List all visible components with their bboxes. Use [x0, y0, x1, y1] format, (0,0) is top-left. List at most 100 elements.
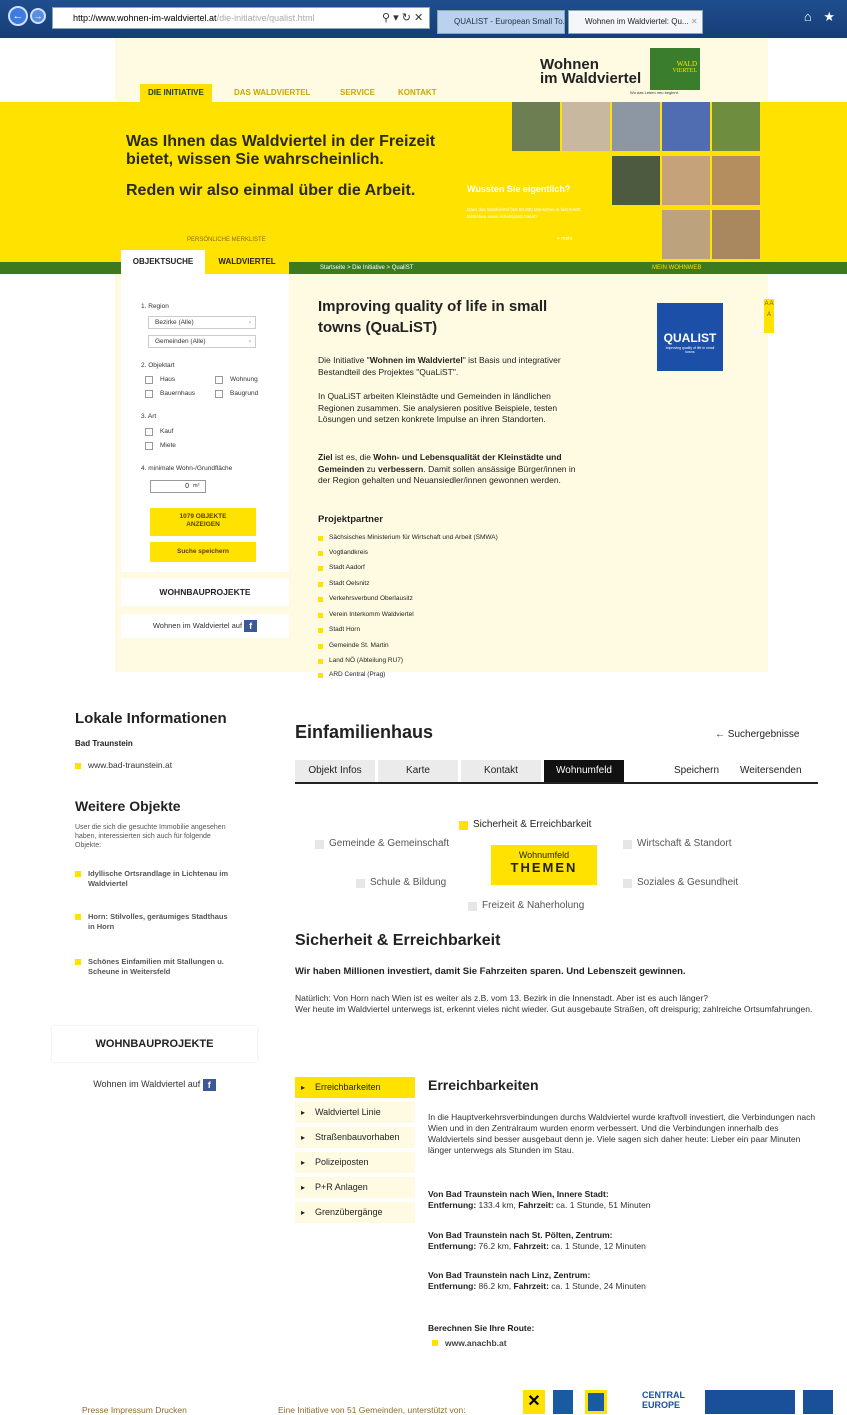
tab-kontakt[interactable]: Kontakt: [461, 760, 541, 782]
related-object-link[interactable]: Idyllische Ortsrandlage in Lichtenau im …: [75, 869, 235, 889]
erreich-heading: Erreichbarkeiten: [428, 1077, 539, 1093]
wussten-title: Wussten Sie eigentlich?: [467, 184, 571, 194]
breadcrumb[interactable]: Startseite > Die Initiative > QualiST: [320, 263, 413, 273]
tab-close-icon[interactable]: ✕: [691, 17, 698, 26]
nav-das-waldviertel[interactable]: DAS WALDVIERTEL: [226, 84, 318, 102]
weitere-heading: Weitere Objekte: [75, 798, 181, 814]
back-to-results-link[interactable]: ← Suchergebnisse: [715, 729, 800, 740]
section-heading: Sicherheit & Erreichbarkeit: [295, 932, 501, 949]
side-nav-erreichbarkeiten[interactable]: Erreichbarkeiten: [295, 1077, 415, 1098]
browser-tab-wohnen[interactable]: Wohnen im Waldviertel: Qu... ✕: [568, 10, 703, 34]
checkbox-baugrund[interactable]: [215, 390, 223, 398]
route-planner-heading: Berechnen Sie Ihre Route:: [428, 1323, 535, 1333]
theme-schule[interactable]: Schule & Bildung: [356, 877, 446, 888]
partner-item: Stadt Horn: [318, 626, 360, 633]
partner-item: Land NÖ (Abteilung RU7): [318, 657, 403, 664]
hero-photo-collage: [512, 102, 764, 262]
flaeche-value: 0: [185, 483, 189, 490]
font-size-controls[interactable]: A A A: [764, 299, 774, 333]
hero-photo: [512, 102, 560, 151]
ort-name: Bad Traunstein: [75, 739, 133, 748]
logo-badge: WALD VIERTEL: [650, 48, 700, 90]
flaeche-unit: m²: [193, 483, 200, 489]
nav-kontakt[interactable]: KONTAKT: [390, 84, 445, 102]
noe-logo: [585, 1390, 607, 1414]
qualist-logo: QUALIST Improving quality of life in smal…: [657, 303, 723, 371]
related-object-link[interactable]: Schönes Einfamilien mit Stallungen u. Sc…: [75, 957, 235, 977]
anachb-link[interactable]: www.anachb.at: [432, 1338, 507, 1348]
partner-item: Sächsisches Ministerium für Wirtschaft u…: [318, 534, 498, 541]
facebook-icon: f: [244, 620, 258, 633]
theme-freizeit[interactable]: Freizeit & Naherholung: [468, 900, 584, 911]
route-distance-label: Entfernung:: [428, 1241, 477, 1251]
theme-gemeinde[interactable]: Gemeinde & Gemeinschaft: [315, 838, 449, 849]
text-span: ist es, die: [332, 452, 374, 462]
ort-website-link[interactable]: www.bad-traunstein.at: [75, 760, 172, 770]
facebook-link[interactable]: Wohnen im Waldviertel auf f: [121, 614, 289, 638]
checkbox-kauf[interactable]: [145, 428, 153, 436]
hero-headline: Was Ihnen das Waldviertel in der Freizei…: [126, 133, 436, 168]
tab-karte[interactable]: Karte: [378, 760, 458, 782]
nav-service[interactable]: SERVICE: [332, 84, 383, 102]
bezirke-select[interactable]: Bezirke (Alle): [148, 316, 256, 329]
hero-photo: [612, 210, 660, 259]
mein-wohnweb-link[interactable]: MEIN WOHNWEB: [652, 263, 701, 273]
side-nav-strassenbau[interactable]: Straßenbauvorhaben: [295, 1127, 415, 1148]
logo-badge-line1: WALD: [676, 60, 697, 68]
show-objects-button[interactable]: 1079 OBJEKTE ANZEIGEN: [150, 508, 256, 536]
intro-line-1: Natürlich: Von Horn nach Wien ist es wei…: [295, 993, 708, 1003]
side-nav-polizeiposten[interactable]: Polizeiposten: [295, 1152, 415, 1173]
tab-objektsuche[interactable]: OBJEKTSUCHE: [121, 250, 205, 274]
partner-item: Verkehrsverbund Oberlausitz: [318, 595, 413, 602]
text-bold: Ziel: [318, 452, 333, 462]
nav-die-initiative[interactable]: DIE INITIATIVE: [140, 84, 212, 102]
themen-center-line2: THEMEN: [510, 860, 578, 875]
logo-badge-line2: VIERTEL: [672, 68, 697, 74]
tab-objekt-infos[interactable]: Objekt Infos: [295, 760, 375, 782]
side-nav-pr-anlagen[interactable]: P+R Anlagen: [295, 1177, 415, 1198]
text-bold: verbessern: [378, 463, 424, 474]
bauernhaus-label: Bauernhaus: [160, 390, 196, 397]
wohnbauprojekte-link[interactable]: WOHNBAUPROJEKTE: [121, 578, 289, 606]
tab-wohnumfeld[interactable]: Wohnumfeld: [544, 760, 624, 782]
home-favorites-icons[interactable]: ⌂ ★: [804, 9, 839, 25]
route-time-label: Fahrzeit:: [513, 1241, 549, 1251]
merkliste-link[interactable]: PERSÖNLICHE MERKLISTE: [187, 237, 266, 243]
route-info: Von Bad Traunstein nach Wien, Innere Sta…: [428, 1189, 820, 1211]
save-search-button[interactable]: Suche speichern: [150, 542, 256, 562]
weitere-description: User die sich die gesuchte Immobilie ang…: [75, 824, 226, 849]
facebook-icon: f: [202, 1078, 216, 1091]
hero-photo: [662, 156, 710, 205]
speichern-link[interactable]: Speichern: [674, 760, 719, 782]
theme-sicherheit[interactable]: Sicherheit & Erreichbarkeit: [459, 819, 591, 830]
back-button[interactable]: ←: [8, 6, 28, 26]
hero-photo: [662, 210, 710, 259]
side-nav-waldviertel-linie[interactable]: Waldviertel Linie: [295, 1102, 415, 1123]
hero-photo: [562, 156, 610, 205]
checkbox-haus[interactable]: [145, 376, 153, 384]
side-nav-grenzuebergaenge[interactable]: Grenzübergänge: [295, 1202, 415, 1223]
forward-button[interactable]: →: [30, 8, 46, 24]
address-bar-icons[interactable]: ⚲ ▾ ↻ ✕: [382, 7, 423, 29]
route-info: Von Bad Traunstein nach Linz, Zentrum: En…: [428, 1270, 820, 1292]
theme-wirtschaft[interactable]: Wirtschaft & Standort: [623, 838, 731, 849]
weitersenden-link[interactable]: Weitersenden: [740, 760, 802, 782]
partner-item: Gemeinde St. Martin: [318, 642, 389, 649]
facebook-link[interactable]: Wohnen im Waldviertel auf f: [52, 1072, 257, 1096]
show-button-label: ANZEIGEN: [186, 521, 220, 528]
tab-waldviertel[interactable]: WALDVIERTEL: [205, 250, 289, 274]
checkbox-wohnung[interactable]: [215, 376, 223, 384]
logo-line2[interactable]: im Waldviertel: [540, 71, 641, 86]
theme-soziales[interactable]: Soziales & Gesundheit: [623, 877, 738, 888]
address-bar[interactable]: http://www.wohnen-im-waldviertel.at/die-…: [52, 7, 430, 29]
route-distance-label: Entfernung:: [428, 1281, 477, 1291]
gemeinden-select[interactable]: Gemeinden (Alle): [148, 335, 256, 348]
checkbox-bauernhaus[interactable]: [145, 390, 153, 398]
browser-tab-qualist[interactable]: QUALIST - European Small To...: [437, 10, 565, 34]
related-object-link[interactable]: Horn: Stilvolles, geräumiges Stadthaus i…: [75, 912, 235, 932]
checkbox-miete[interactable]: [145, 442, 153, 450]
wohnbauprojekte-link[interactable]: WOHNBAUPROJEKTE: [52, 1026, 257, 1062]
route-time-label: Fahrzeit:: [513, 1281, 549, 1291]
wohnung-label: Wohnung: [230, 376, 258, 383]
wussten-more-link[interactable]: » mehr: [557, 236, 573, 242]
